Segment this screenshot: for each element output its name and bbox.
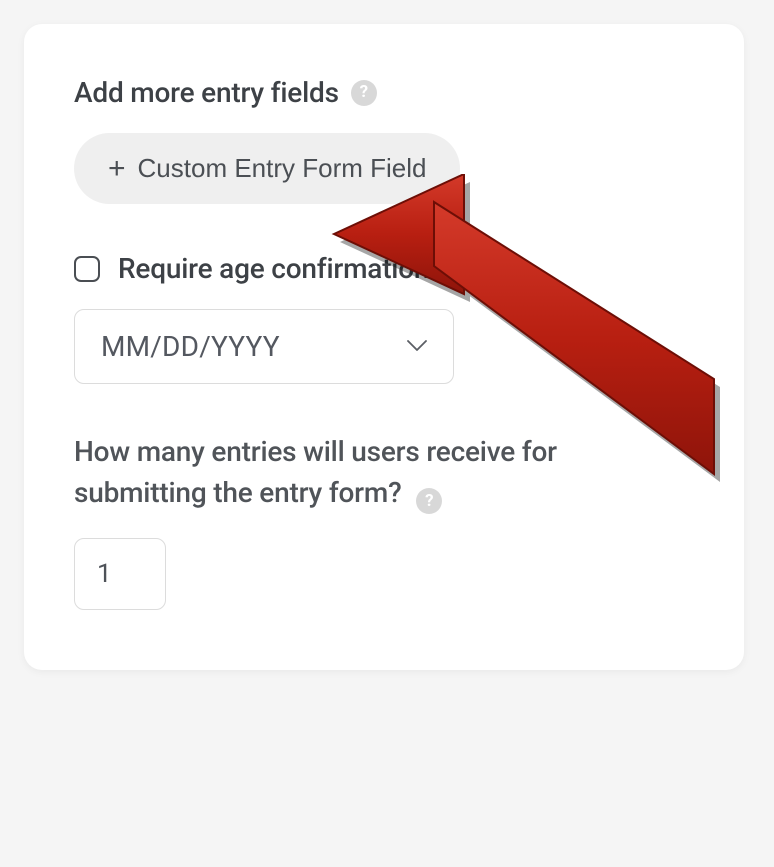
help-icon[interactable]: ? bbox=[351, 80, 377, 106]
entries-count-question: How many entries will users receive for … bbox=[74, 432, 694, 514]
date-format-select[interactable]: MM/DD/YYYY bbox=[74, 309, 454, 384]
add-fields-heading: Add more entry fields bbox=[74, 76, 339, 109]
chevron-down-icon bbox=[407, 337, 427, 356]
settings-panel: Add more entry fields ? + Custom Entry F… bbox=[24, 24, 744, 670]
entries-count-text: How many entries will users receive for … bbox=[74, 435, 557, 509]
add-fields-heading-row: Add more entry fields ? bbox=[74, 76, 694, 109]
age-confirm-label: Require age confirmation bbox=[118, 252, 429, 285]
help-icon[interactable]: ? bbox=[416, 488, 442, 514]
add-custom-field-button[interactable]: + Custom Entry Form Field bbox=[74, 133, 460, 204]
help-icon[interactable]: ? bbox=[447, 256, 473, 282]
entries-count-input[interactable] bbox=[74, 538, 166, 610]
plus-icon: + bbox=[108, 154, 126, 184]
age-confirm-row: Require age confirmation ? bbox=[74, 252, 694, 285]
add-custom-field-label: Custom Entry Form Field bbox=[138, 153, 427, 184]
date-format-value: MM/DD/YYYY bbox=[101, 330, 280, 363]
entries-count-section: How many entries will users receive for … bbox=[74, 432, 694, 610]
add-fields-section: Add more entry fields ? + Custom Entry F… bbox=[74, 76, 694, 204]
age-confirm-checkbox[interactable] bbox=[74, 256, 100, 282]
age-confirm-section: Require age confirmation ? MM/DD/YYYY bbox=[74, 252, 694, 384]
